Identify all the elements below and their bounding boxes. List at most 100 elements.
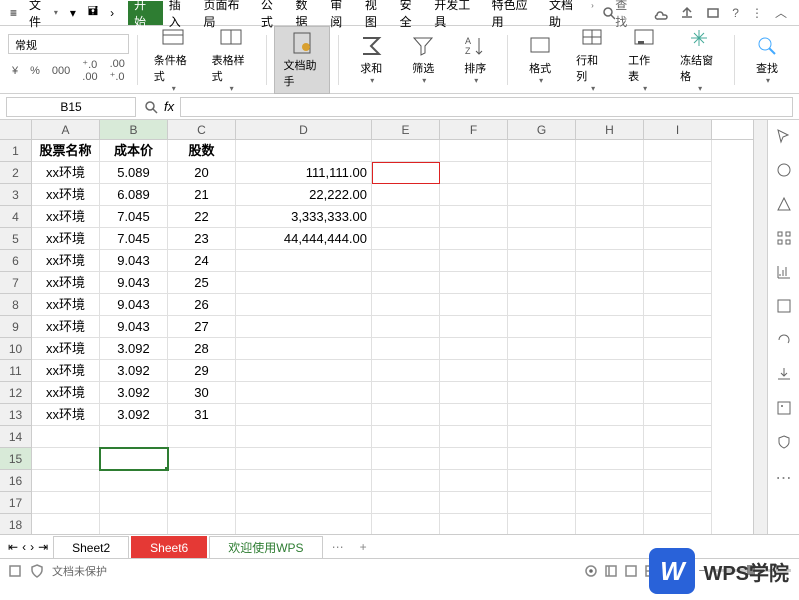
cell[interactable]: xx环境 — [32, 206, 100, 228]
cell[interactable] — [576, 470, 644, 492]
cell[interactable]: 9.043 — [100, 272, 168, 294]
cell[interactable] — [236, 140, 372, 162]
percent-button[interactable]: % — [26, 63, 44, 79]
cell[interactable]: xx环境 — [32, 382, 100, 404]
decrease-decimal-button[interactable]: .00⁺.0 — [106, 56, 129, 85]
prev-sheet-icon[interactable]: ‹ — [22, 540, 26, 554]
tab-formula[interactable]: 公式 — [255, 1, 290, 25]
cell[interactable]: 29 — [168, 360, 236, 382]
cell[interactable] — [644, 206, 712, 228]
col-header-C[interactable]: C — [168, 120, 236, 139]
cell[interactable] — [372, 140, 440, 162]
cell[interactable] — [644, 228, 712, 250]
cell[interactable] — [168, 492, 236, 514]
last-sheet-icon[interactable]: ⇥ — [38, 540, 48, 554]
cell[interactable] — [168, 470, 236, 492]
cell[interactable] — [372, 426, 440, 448]
cell[interactable] — [644, 470, 712, 492]
doc-assistant-button[interactable]: 文档助手 — [274, 26, 330, 94]
tab-special[interactable]: 特色应用 — [486, 1, 543, 25]
cell[interactable]: 23 — [168, 228, 236, 250]
cell[interactable]: 20 — [168, 162, 236, 184]
thousands-button[interactable]: 000 — [48, 63, 74, 79]
cell[interactable] — [372, 228, 440, 250]
cell[interactable] — [168, 426, 236, 448]
row-header[interactable]: 13 — [0, 404, 32, 426]
target-icon[interactable] — [584, 564, 598, 578]
freeze-panes-button[interactable]: 冻结窗格▾ — [672, 22, 726, 97]
popup-icon[interactable] — [706, 6, 720, 20]
cell[interactable] — [236, 250, 372, 272]
row-header[interactable]: 3 — [0, 184, 32, 206]
currency-button[interactable]: ¥ — [8, 63, 22, 79]
cell[interactable] — [576, 514, 644, 534]
number-format-select[interactable]: 常规 — [8, 34, 129, 54]
cell[interactable] — [32, 514, 100, 534]
export-icon[interactable] — [776, 366, 792, 382]
cell[interactable] — [576, 206, 644, 228]
file-menu[interactable]: 文件▾ — [23, 2, 64, 24]
more-side-icon[interactable]: ⋯ — [776, 468, 792, 488]
find-button[interactable]: 查找▾ — [743, 30, 791, 89]
row-header[interactable]: 14 — [0, 426, 32, 448]
cell[interactable] — [168, 514, 236, 534]
more-icon[interactable]: ⋮ — [751, 6, 763, 20]
cell[interactable]: xx环境 — [32, 184, 100, 206]
search-icon-fx[interactable] — [144, 100, 158, 114]
cell[interactable]: 成本价 — [100, 140, 168, 162]
col-header-E[interactable]: E — [372, 120, 440, 139]
cell[interactable] — [440, 184, 508, 206]
fx-icon[interactable]: fx — [164, 99, 174, 114]
cell[interactable]: 44,444,444.00 — [236, 228, 372, 250]
cell[interactable] — [576, 228, 644, 250]
refresh-icon[interactable] — [776, 332, 792, 348]
cell[interactable]: 5.089 — [100, 162, 168, 184]
save-icon[interactable]: 🖬 — [82, 2, 104, 24]
cell[interactable]: 22 — [168, 206, 236, 228]
cell[interactable] — [236, 404, 372, 426]
cell[interactable] — [372, 316, 440, 338]
col-header-I[interactable]: I — [644, 120, 712, 139]
cell[interactable] — [644, 514, 712, 534]
tab-review[interactable]: 审阅 — [324, 1, 359, 25]
cell[interactable] — [236, 470, 372, 492]
cell[interactable]: 3.092 — [100, 338, 168, 360]
row-header[interactable]: 5 — [0, 228, 32, 250]
cell[interactable] — [236, 492, 372, 514]
menu-icon[interactable]: ≡ — [4, 2, 23, 24]
cell[interactable] — [576, 338, 644, 360]
row-header[interactable]: 10 — [0, 338, 32, 360]
cell[interactable]: xx环境 — [32, 360, 100, 382]
formula-input[interactable] — [180, 97, 793, 117]
cell[interactable]: 28 — [168, 338, 236, 360]
col-header-A[interactable]: A — [32, 120, 100, 139]
cell[interactable] — [372, 404, 440, 426]
cell[interactable] — [644, 360, 712, 382]
cell[interactable]: xx环境 — [32, 316, 100, 338]
cell[interactable] — [440, 272, 508, 294]
cell[interactable] — [576, 162, 644, 184]
cell[interactable] — [576, 184, 644, 206]
cell[interactable] — [236, 272, 372, 294]
cell[interactable] — [372, 514, 440, 534]
cell[interactable]: 3.092 — [100, 382, 168, 404]
col-header-B[interactable]: B — [100, 120, 168, 139]
cell[interactable]: 3.092 — [100, 360, 168, 382]
cell[interactable]: xx环境 — [32, 338, 100, 360]
cell[interactable]: 22,222.00 — [236, 184, 372, 206]
sheet-tab-more-icon[interactable]: ⋯ — [324, 540, 352, 554]
cell[interactable] — [440, 162, 508, 184]
cell[interactable]: 7.045 — [100, 228, 168, 250]
cell[interactable] — [508, 162, 576, 184]
cell[interactable] — [508, 338, 576, 360]
cell[interactable] — [508, 426, 576, 448]
name-box[interactable]: B15 — [6, 97, 136, 117]
cell[interactable] — [440, 228, 508, 250]
cell[interactable] — [508, 470, 576, 492]
cell[interactable] — [440, 448, 508, 470]
cell[interactable]: xx环境 — [32, 250, 100, 272]
cell[interactable]: 9.043 — [100, 250, 168, 272]
col-header-D[interactable]: D — [236, 120, 372, 139]
cell[interactable] — [576, 360, 644, 382]
cell[interactable]: xx环境 — [32, 272, 100, 294]
